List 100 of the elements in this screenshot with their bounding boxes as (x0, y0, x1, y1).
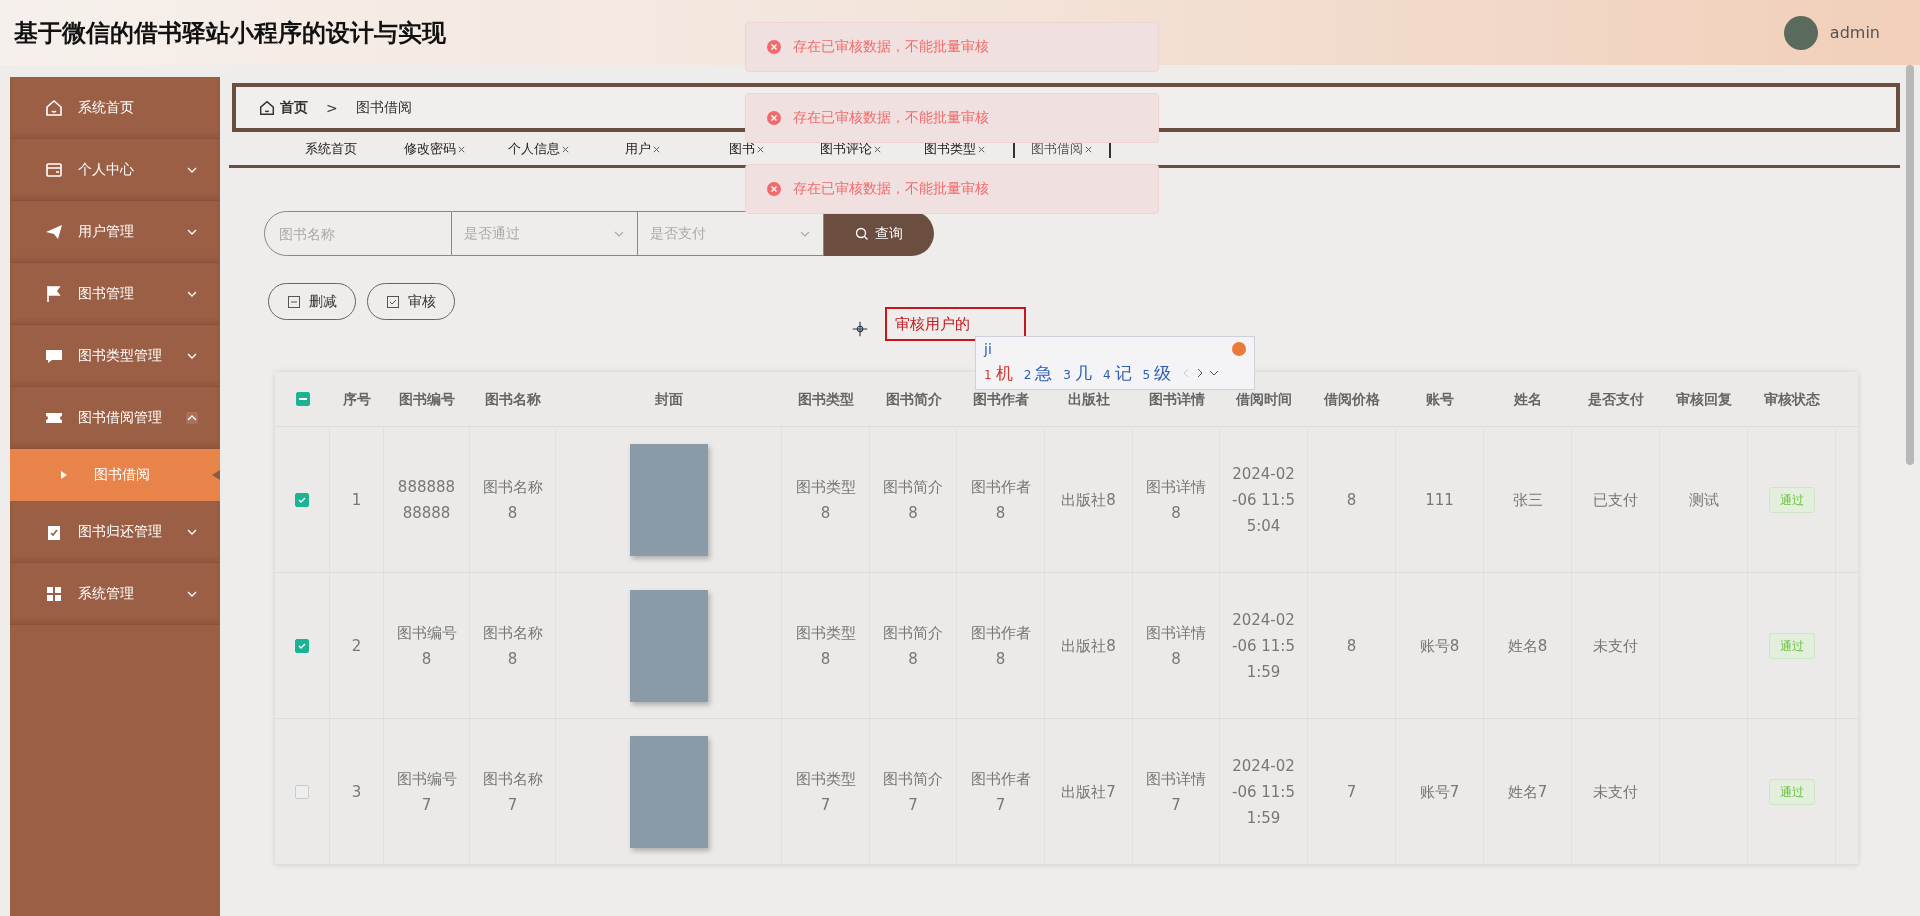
close-icon[interactable] (652, 144, 661, 154)
table-cell-text: 8 (1346, 635, 1357, 657)
table-cell-text: 图书简介8 (882, 476, 944, 524)
column-header: 借阅价格 (1324, 390, 1380, 409)
table-cell-text: 2 (351, 635, 362, 657)
column-header: 封面 (655, 390, 683, 409)
avatar-icon[interactable] (1783, 15, 1818, 50)
column-header: 审核回复 (1676, 390, 1732, 409)
ime-candidate[interactable]: 1 机 (984, 361, 1013, 385)
error-icon (766, 110, 782, 126)
column-header: 图书简介 (885, 390, 942, 409)
table-cell-text: 图书名称8 (481, 476, 544, 524)
table-cell-text: 图书简介7 (882, 768, 944, 816)
menu-label: 个人中心 (78, 160, 135, 179)
sidebar-item[interactable]: 用户管理 (10, 201, 220, 263)
tab[interactable]: 个人信息 (487, 140, 591, 158)
minus-square-icon (287, 294, 301, 309)
close-icon[interactable] (561, 144, 570, 154)
ime-logo-icon (1232, 342, 1246, 356)
close-icon[interactable] (977, 144, 986, 154)
status-tag: 通过 (1768, 486, 1815, 513)
row-checkbox[interactable] (295, 638, 309, 653)
column-header: 姓名 (1514, 390, 1542, 409)
close-icon[interactable] (756, 144, 765, 154)
column-header: 图书名称 (485, 390, 541, 409)
close-icon[interactable] (457, 144, 466, 154)
table-cell-text: 未支付 (1593, 635, 1638, 657)
close-icon[interactable] (873, 144, 882, 154)
column-header: 是否支付 (1588, 390, 1644, 409)
review-button[interactable]: 审核 (367, 283, 455, 320)
row-checkbox[interactable] (295, 492, 309, 507)
pointer-icon (212, 470, 220, 480)
table-cell-text: 图书类型8 (794, 476, 857, 524)
table-cell-text: 图书简介8 (882, 622, 944, 670)
column-header: 出版社 (1068, 390, 1110, 409)
ime-candidate[interactable]: 4 记 (1102, 361, 1132, 385)
search-button[interactable]: 查询 (824, 211, 934, 256)
breadcrumb-link[interactable]: 首页 (280, 98, 308, 117)
table-cell-text: 姓名8 (1507, 635, 1548, 657)
table-cell-text: 8 (1346, 489, 1357, 511)
tab[interactable]: 图书 (695, 140, 799, 158)
menu-label: 系统管理 (78, 584, 135, 603)
table-cell-text: 张三 (1512, 489, 1543, 511)
toast-message: 存在已审核数据，不能批量审核 (793, 180, 989, 198)
status-tag: 通过 (1768, 778, 1815, 805)
delete-button[interactable]: 删减 (268, 283, 356, 320)
sidebar-item[interactable]: 系统首页 (10, 77, 220, 139)
table-cell-text: 2024-02-06 11:51:59 (1231, 755, 1296, 829)
table-cell-text: 图书名称8 (481, 622, 544, 670)
table-cell-text: 出版社7 (1061, 781, 1116, 803)
row-checkbox[interactable] (295, 784, 309, 799)
tab[interactable]: 用户 (591, 140, 695, 158)
table-cell-text: 图书作者7 (969, 768, 1032, 816)
table-cell-text: 未支付 (1593, 781, 1638, 803)
app-title: 基于微信的借书驿站小程序的设计与实现 (14, 17, 446, 49)
sidebar-item[interactable]: 图书类型管理 (10, 325, 220, 387)
table-cell-text: 图书类型8 (794, 622, 857, 670)
search-icon (855, 226, 869, 241)
crosshair-icon (851, 320, 869, 338)
tab[interactable]: 系统首页 (279, 140, 383, 158)
menu-label: 图书类型管理 (78, 346, 163, 365)
table-cell-text: 88888888888 (396, 476, 457, 524)
table-cell-text: 出版社8 (1061, 635, 1116, 657)
table-cell-text: 2024-02-06 11:51:59 (1231, 609, 1296, 683)
sidebar-item[interactable]: 系统管理 (10, 563, 220, 625)
toast-message: 存在已审核数据，不能批量审核 (793, 38, 989, 56)
home-icon (258, 98, 276, 117)
toast-message: 存在已审核数据，不能批量审核 (793, 109, 989, 127)
tab[interactable]: 修改密码 (383, 140, 487, 158)
column-header: 序号 (343, 390, 371, 409)
ime-candidate[interactable]: 3 几 (1063, 361, 1092, 385)
table-cell-text: 图书详情8 (1145, 622, 1207, 670)
column-header: 审核状态 (1764, 390, 1820, 409)
ime-candidate[interactable]: 5 级 (1142, 361, 1172, 385)
table-cell-text: 测试 (1688, 489, 1719, 511)
column-header: 借阅时间 (1236, 390, 1292, 409)
sidebar-item[interactable]: 图书归还管理 (10, 501, 220, 563)
tab[interactable]: 图书评论 (799, 140, 903, 158)
column-header: 账号 (1426, 390, 1454, 409)
column-header: 图书作者 (973, 390, 1029, 409)
close-icon[interactable] (1084, 144, 1093, 154)
table-cell-text: 图书类型7 (794, 768, 857, 816)
status-tag: 通过 (1768, 632, 1815, 659)
tab[interactable]: 图书类型 (903, 140, 1007, 158)
book-name-field[interactable]: 图书名称 (264, 211, 452, 256)
caret-icon (60, 470, 68, 480)
menu-label: 图书归还管理 (78, 522, 163, 541)
ime-candidate[interactable]: 2 急 (1023, 361, 1053, 385)
table-cell-text: 图书编号8 (395, 622, 458, 670)
submenu-label: 图书借阅 (94, 466, 150, 484)
sidebar-item[interactable]: 图书管理 (10, 263, 220, 325)
check-square-icon (386, 294, 400, 309)
table-cell-text: 图书编号7 (395, 768, 458, 816)
table-cell-text: 111 (1425, 489, 1454, 511)
table-cell-text: 图书作者8 (969, 622, 1032, 670)
select-all-checkbox[interactable] (295, 392, 310, 406)
user-name[interactable]: admin (1829, 23, 1880, 42)
table-cell-text: 姓名7 (1507, 781, 1548, 803)
breadcrumb-current: 图书借阅 (355, 98, 412, 117)
sidebar-item[interactable]: 个人中心 (10, 139, 220, 201)
